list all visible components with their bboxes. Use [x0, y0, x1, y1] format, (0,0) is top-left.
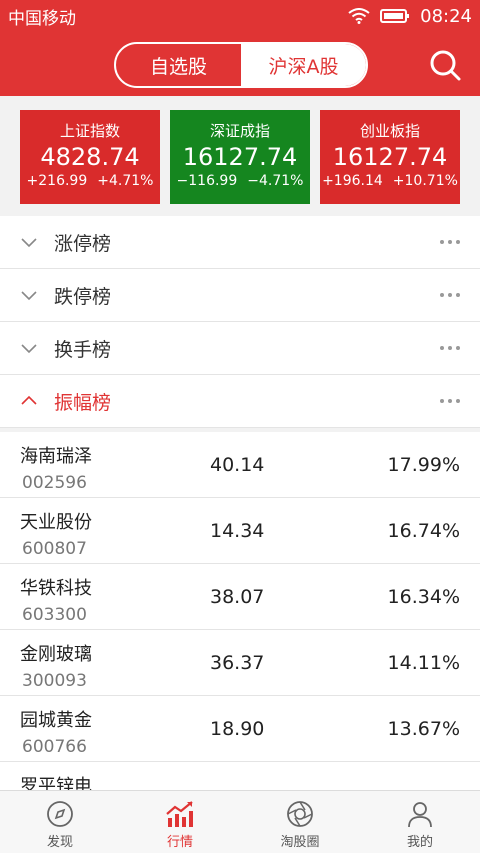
index-percent: +4.71%: [97, 173, 154, 189]
aperture-icon: [287, 801, 313, 827]
ranking-sections: 涨停榜 跌停榜 换手榜 振幅榜: [0, 216, 480, 428]
stock-price: 36.37: [210, 652, 265, 674]
section-amplitude[interactable]: 振幅榜: [0, 375, 480, 428]
index-change: −116.99: [176, 173, 238, 189]
tab-market[interactable]: 行情: [120, 791, 240, 853]
bottom-tab-bar: 发现 行情 淘股圈 我的: [0, 790, 480, 853]
more-icon[interactable]: [440, 293, 460, 297]
section-limit-down[interactable]: 跌停榜: [0, 269, 480, 322]
chevron-down-icon: [21, 344, 37, 354]
tab-community[interactable]: 淘股圈: [240, 791, 360, 853]
index-value: 16127.74: [182, 143, 298, 171]
stock-code: 603300: [22, 605, 87, 625]
stock-code: 600807: [22, 539, 87, 559]
stock-row[interactable]: 罗平锌电: [0, 762, 480, 790]
chevron-down-icon: [21, 291, 37, 301]
tab-label: 发现: [46, 835, 73, 850]
stock-name: 天业股份: [20, 512, 92, 533]
index-change: +216.99: [26, 173, 88, 189]
index-cards: 上证指数 4828.74 +216.99 +4.71% 深证成指 16127.7…: [0, 96, 480, 216]
tab-discover[interactable]: 发现: [0, 791, 120, 853]
clock: 08:24: [420, 5, 472, 27]
compass-icon: [47, 801, 73, 827]
tab-label: 淘股圈: [280, 835, 320, 850]
chart-icon: [166, 801, 193, 827]
index-value: 16127.74: [332, 143, 448, 171]
stock-name: 园城黄金: [20, 710, 92, 731]
battery-icon: [380, 9, 410, 23]
index-percent: +10.71%: [392, 173, 458, 189]
section-label: 涨停榜: [54, 232, 112, 255]
stock-percent: 16.74%: [387, 520, 460, 542]
index-card-chinext[interactable]: 创业板指 16127.74 +196.14 +10.71%: [320, 110, 460, 204]
stock-price: 18.90: [210, 718, 265, 740]
stock-percent: 14.11%: [387, 652, 460, 674]
search-icon[interactable]: [428, 48, 462, 82]
user-icon: [408, 802, 432, 828]
tab-profile[interactable]: 我的: [360, 791, 480, 853]
stock-list: 海南瑞泽 002596 40.14 17.99% 天业股份 600807 14.…: [0, 432, 480, 790]
chevron-down-icon: [21, 238, 37, 248]
stock-code: 300093: [22, 671, 87, 691]
index-name: 上证指数: [59, 122, 120, 140]
stock-code: 600766: [22, 737, 87, 757]
stock-row[interactable]: 华铁科技 603300 38.07 16.34%: [0, 564, 480, 630]
section-label: 跌停榜: [54, 285, 112, 308]
more-icon[interactable]: [440, 346, 460, 350]
stock-row[interactable]: 海南瑞泽 002596 40.14 17.99%: [0, 432, 480, 498]
index-card-shenzhen[interactable]: 深证成指 16127.74 −116.99 −4.71%: [170, 110, 310, 204]
more-icon[interactable]: [440, 399, 460, 403]
stock-percent: 13.67%: [387, 718, 460, 740]
stock-percent: 16.34%: [387, 586, 460, 608]
more-icon[interactable]: [440, 240, 460, 244]
index-name: 深证成指: [209, 122, 270, 140]
stock-price: 40.14: [210, 454, 265, 476]
stock-price: 14.34: [210, 520, 265, 542]
wifi-icon: [348, 8, 370, 24]
index-value: 4828.74: [40, 143, 140, 171]
index-percent: −4.71%: [247, 173, 304, 189]
index-name: 创业板指: [359, 122, 420, 140]
tab-a-shares[interactable]: 沪深A股: [241, 44, 366, 86]
stock-price: 38.07: [210, 586, 265, 608]
stock-row[interactable]: 园城黄金 600766 18.90 13.67%: [0, 696, 480, 762]
status-bar: 中国移动 08:24: [0, 0, 480, 32]
stock-name: 华铁科技: [20, 578, 92, 599]
stock-code: 002596: [22, 473, 87, 493]
app-header: 自选股 沪深A股: [0, 32, 480, 96]
carrier-name: 中国移动: [8, 8, 76, 29]
section-label: 换手榜: [54, 338, 112, 361]
chevron-up-icon: [21, 395, 37, 405]
index-change: +196.14: [322, 173, 383, 189]
section-limit-up[interactable]: 涨停榜: [0, 216, 480, 269]
stock-row[interactable]: 天业股份 600807 14.34 16.74%: [0, 498, 480, 564]
tab-watchlist[interactable]: 自选股: [116, 44, 241, 86]
tab-label: 我的: [406, 835, 433, 850]
index-card-shanghai[interactable]: 上证指数 4828.74 +216.99 +4.71%: [20, 110, 160, 204]
stock-row[interactable]: 金刚玻璃 300093 36.37 14.11%: [0, 630, 480, 696]
market-segment-control: 自选股 沪深A股: [114, 42, 368, 88]
section-label: 振幅榜: [54, 391, 112, 414]
section-turnover[interactable]: 换手榜: [0, 322, 480, 375]
tab-label: 行情: [166, 835, 193, 850]
stock-name: 金刚玻璃: [20, 644, 92, 665]
stock-percent: 17.99%: [387, 454, 460, 476]
stock-name: 海南瑞泽: [20, 446, 92, 467]
stock-name: 罗平锌电: [20, 776, 92, 790]
